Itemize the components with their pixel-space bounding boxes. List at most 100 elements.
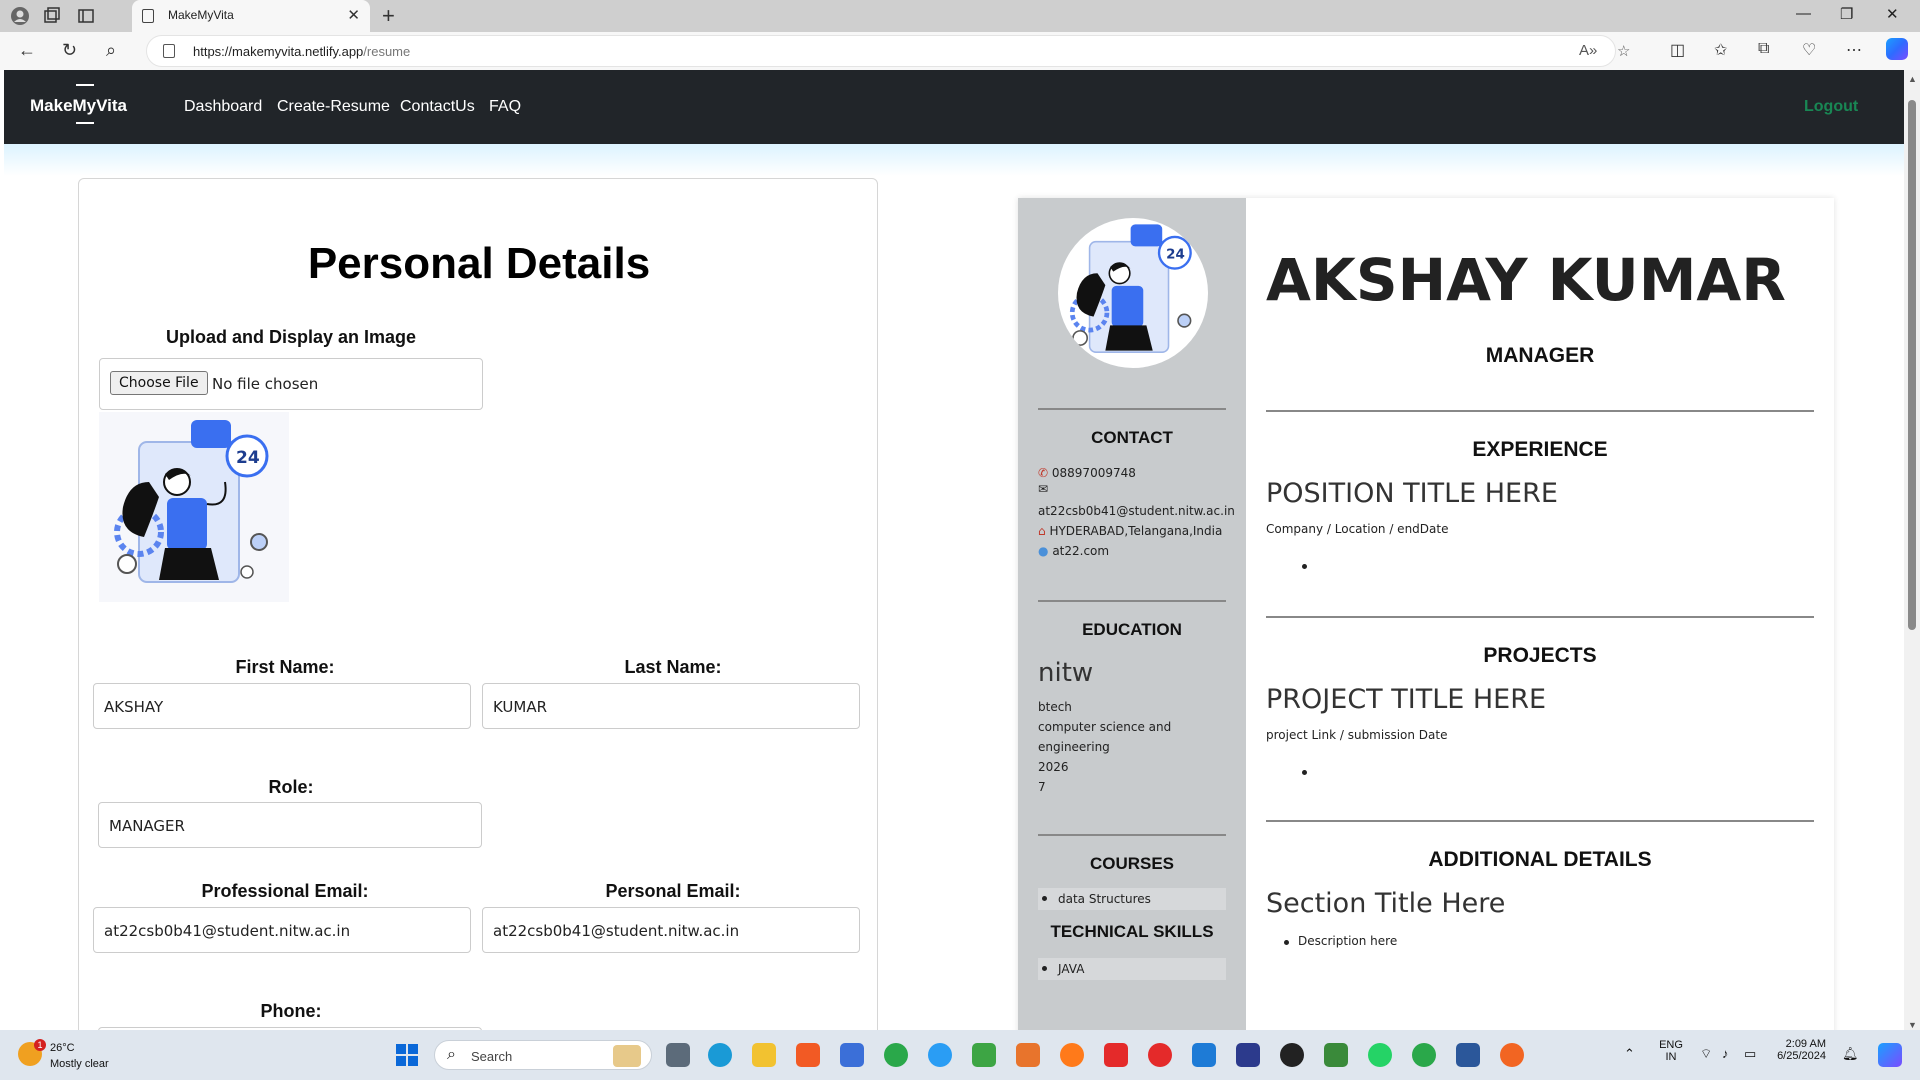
- media-icon[interactable]: [1148, 1043, 1172, 1067]
- phone-icon: ✆: [1038, 466, 1049, 480]
- start-icon[interactable]: [396, 1044, 418, 1066]
- notepad-icon[interactable]: [1324, 1043, 1348, 1067]
- tab-makemyvita[interactable]: MakeMyVita ✕: [132, 0, 370, 32]
- contact-website: ● at22.com: [1038, 544, 1110, 558]
- refresh-icon[interactable]: ↻: [62, 40, 77, 61]
- browser-essentials-icon[interactable]: ♡: [1802, 40, 1816, 60]
- divider: [1266, 820, 1814, 822]
- close-tab-icon[interactable]: ✕: [347, 6, 360, 24]
- professional-email-input[interactable]: at22csb0b41@student.nitw.ac.in: [93, 907, 471, 953]
- address-bar[interactable]: https://makemyvita.netlify.app/resume A»…: [146, 35, 1630, 67]
- contact-address: ⌂ HYDERABAD,Telangana,India: [1038, 524, 1223, 538]
- tray-chevron-icon[interactable]: ⌃: [1624, 1046, 1635, 1062]
- edge-icon[interactable]: [708, 1043, 732, 1067]
- site-navbar: MakeMyVita Dashboard Create-Resume Conta…: [4, 70, 1904, 144]
- file-input[interactable]: Choose File No file chosen: [99, 358, 483, 410]
- role-input[interactable]: MANAGER: [98, 802, 482, 848]
- logout-button[interactable]: Logout: [1804, 98, 1858, 116]
- clock[interactable]: 2:09 AM 6/25/2024: [1756, 1038, 1826, 1062]
- first-name-input[interactable]: AKSHAY: [93, 683, 471, 729]
- bullet: [1302, 770, 1307, 775]
- task-view-icon[interactable]: [666, 1043, 690, 1067]
- browser-tab-strip: MakeMyVita ✕ + — ❐ ✕: [0, 0, 1920, 32]
- new-tab-icon[interactable]: +: [382, 3, 395, 29]
- education-degree: btech: [1038, 700, 1072, 714]
- scroll-thumb[interactable]: [1908, 100, 1916, 630]
- collections-icon[interactable]: ⧉: [1758, 40, 1769, 58]
- postman-icon[interactable]: [1500, 1043, 1524, 1067]
- chrome-profile-icon[interactable]: [1412, 1043, 1436, 1067]
- youtube-icon[interactable]: [1104, 1043, 1128, 1067]
- language-indicator[interactable]: ENG IN: [1656, 1039, 1686, 1063]
- section-description: Description here: [1298, 934, 1398, 948]
- resume-sidebar: 24 CONTACT ✆ 08897009748 ✉ at22csb0b41@s…: [1018, 198, 1246, 1030]
- sheets-icon[interactable]: [972, 1043, 996, 1067]
- favorites-icon[interactable]: ✩: [1714, 40, 1727, 60]
- last-name-label: Last Name:: [624, 657, 722, 677]
- page-viewport: MakeMyVita Dashboard Create-Resume Conta…: [0, 70, 1904, 1030]
- last-name-input[interactable]: KUMAR: [482, 683, 860, 729]
- education-institute: nitw: [1038, 658, 1094, 688]
- scroll-down-icon[interactable]: ▼: [1908, 1020, 1917, 1030]
- upload-label: Upload and Display an Image: [165, 327, 417, 347]
- mail-icon: ✉: [1038, 482, 1049, 496]
- taskbar-search[interactable]: ⌕ Search: [434, 1040, 652, 1070]
- volume-icon[interactable]: ♪: [1722, 1046, 1729, 1061]
- brand-logo[interactable]: MakeMyVita: [30, 84, 127, 124]
- more-menu-icon[interactable]: ⋯: [1846, 40, 1862, 60]
- nav-faq[interactable]: FAQ: [489, 98, 521, 116]
- divider: [1266, 616, 1814, 618]
- workspaces-icon[interactable]: [42, 6, 62, 26]
- role-label: Role:: [268, 777, 314, 797]
- split-screen-icon[interactable]: ◫: [1670, 40, 1685, 60]
- weather-desc: Mostly clear: [50, 1058, 109, 1070]
- read-aloud-icon[interactable]: A»: [1579, 42, 1597, 59]
- first-name-label: First Name:: [235, 657, 335, 677]
- firefox-icon[interactable]: [1060, 1043, 1084, 1067]
- page-scrollbar[interactable]: ▲ ▼: [1904, 70, 1920, 1030]
- contact-phone: ✆ 08897009748: [1038, 466, 1136, 480]
- minimize-icon[interactable]: —: [1796, 5, 1811, 22]
- skills-heading: TECHNICAL SKILLS: [1050, 922, 1214, 941]
- copilot-taskbar-icon[interactable]: [1878, 1043, 1902, 1067]
- nav-dashboard[interactable]: Dashboard: [184, 98, 262, 116]
- back-icon[interactable]: ←: [18, 40, 36, 61]
- favorite-star-icon[interactable]: ☆: [1617, 42, 1630, 60]
- search-icon[interactable]: ⌕: [106, 40, 116, 61]
- file-explorer-icon[interactable]: [752, 1043, 776, 1067]
- resume-photo: 24: [1058, 218, 1208, 368]
- personal-email-label: Personal Email:: [605, 881, 741, 901]
- position-title: POSITION TITLE HERE: [1266, 478, 1558, 509]
- close-window-icon[interactable]: ✕: [1886, 5, 1899, 23]
- windows-taskbar: 1 26°C Mostly clear ⌕ Search ⌃ ENG IN ⌔ ♪…: [0, 1030, 1920, 1080]
- profile-icon[interactable]: [10, 6, 30, 26]
- scroll-up-icon[interactable]: ▲: [1908, 74, 1917, 84]
- tab-actions-icon[interactable]: [76, 6, 96, 26]
- personal-email-input[interactable]: at22csb0b41@student.nitw.ac.in: [482, 907, 860, 953]
- dev-icon[interactable]: [1236, 1043, 1260, 1067]
- resume-main: AKSHAY KUMAR MANAGER EXPERIENCE POSITION…: [1246, 198, 1834, 1030]
- vscode-icon[interactable]: [1192, 1043, 1216, 1067]
- app-icon[interactable]: [1016, 1043, 1040, 1067]
- brave-icon[interactable]: [796, 1043, 820, 1067]
- copilot-icon[interactable]: [1886, 38, 1908, 60]
- word-icon[interactable]: [1456, 1043, 1480, 1067]
- search-highlight-icon: [613, 1045, 641, 1067]
- help-icon[interactable]: [928, 1043, 952, 1067]
- github-icon[interactable]: [1280, 1043, 1304, 1067]
- restore-icon[interactable]: ❐: [1840, 5, 1853, 23]
- contact-email: at22csb0b41@student.nitw.ac.in: [1038, 504, 1235, 518]
- whatsapp-icon[interactable]: [1368, 1043, 1392, 1067]
- svg-text:24: 24: [236, 448, 260, 468]
- store-icon[interactable]: [840, 1043, 864, 1067]
- contact-heading: CONTACT: [1091, 428, 1173, 447]
- nav-create-resume[interactable]: Create-Resume: [277, 98, 390, 116]
- chrome-icon[interactable]: [884, 1043, 908, 1067]
- notification-icon[interactable]: 🔔︎: [1842, 1046, 1859, 1062]
- battery-icon[interactable]: ▭: [1744, 1046, 1756, 1062]
- education-year: 2026: [1038, 760, 1069, 774]
- nav-contactus[interactable]: ContactUs: [400, 98, 475, 116]
- bullet: [1284, 940, 1289, 945]
- wifi-icon[interactable]: ⌔: [1700, 1046, 1712, 1062]
- choose-file-button[interactable]: Choose File: [110, 371, 208, 395]
